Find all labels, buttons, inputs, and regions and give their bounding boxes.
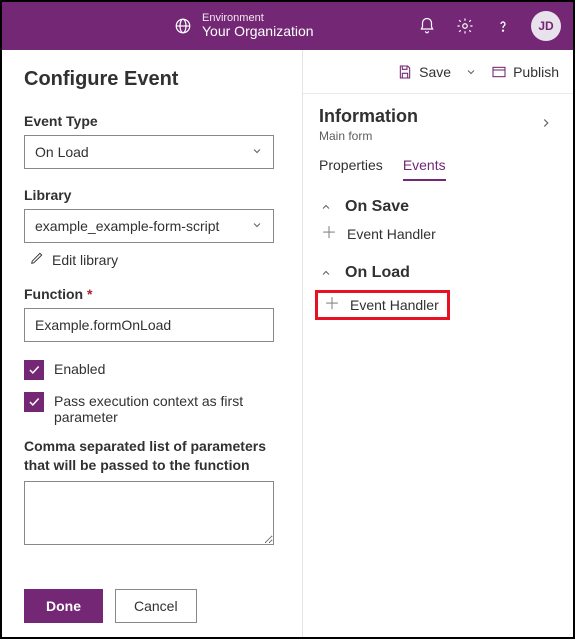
enabled-checkbox[interactable]: Enabled xyxy=(24,360,280,380)
plus-icon: ＋ xyxy=(321,226,337,242)
info-subtitle: Main form xyxy=(319,129,418,143)
tab-properties[interactable]: Properties xyxy=(319,157,383,181)
params-textarea[interactable] xyxy=(24,481,274,545)
done-button[interactable]: Done xyxy=(24,589,103,623)
pass-context-checkbox[interactable]: Pass execution context as first paramete… xyxy=(24,392,280,425)
section-on-save: On Save ＋ Event Handler xyxy=(303,182,573,248)
event-type-select[interactable]: On Load xyxy=(24,135,274,169)
chevron-up-icon xyxy=(319,201,333,213)
enabled-label: Enabled xyxy=(54,360,105,377)
top-bar: Environment Your Organization JD xyxy=(2,2,573,50)
chevron-up-icon xyxy=(319,267,333,279)
publish-label: Publish xyxy=(513,64,559,80)
environment-picker[interactable]: Environment Your Organization xyxy=(174,12,417,39)
section-on-load-header[interactable]: On Load xyxy=(319,264,557,282)
command-bar: Save Publish xyxy=(303,50,573,94)
function-input[interactable] xyxy=(24,308,274,342)
plus-icon: ＋ xyxy=(324,297,340,313)
chevron-right-icon[interactable] xyxy=(539,114,557,135)
save-label: Save xyxy=(419,64,451,80)
environment-label: Environment xyxy=(202,12,314,24)
environment-icon xyxy=(174,17,192,35)
info-header: Information Main form xyxy=(303,94,573,143)
tab-events[interactable]: Events xyxy=(403,157,446,181)
chevron-down-icon xyxy=(251,144,263,160)
section-on-save-header[interactable]: On Save xyxy=(319,198,557,216)
avatar[interactable]: JD xyxy=(531,11,561,41)
help-icon[interactable] xyxy=(493,16,513,36)
publish-button[interactable]: Publish xyxy=(491,64,559,80)
chevron-down-icon xyxy=(251,218,263,234)
panel-tabs: Properties Events xyxy=(303,143,573,182)
section-on-load: On Load ＋ Event Handler xyxy=(303,248,573,326)
save-icon xyxy=(397,64,413,80)
add-event-handler-onload[interactable]: ＋ Event Handler xyxy=(322,297,439,313)
checkbox-checked-icon xyxy=(24,392,44,412)
publish-icon xyxy=(491,64,507,80)
function-label: Function * xyxy=(24,286,280,302)
pencil-icon xyxy=(30,251,44,268)
library-label: Library xyxy=(24,187,280,203)
save-dropdown[interactable] xyxy=(465,66,477,78)
organization-name: Your Organization xyxy=(202,24,314,39)
params-label: Comma separated list of parameters that … xyxy=(24,437,280,475)
highlight-marker: ＋ Event Handler xyxy=(315,290,450,320)
library-value: example_example-form-script xyxy=(35,218,219,234)
info-title: Information xyxy=(319,106,418,127)
edit-library-label: Edit library xyxy=(52,252,118,268)
save-button[interactable]: Save xyxy=(397,64,451,80)
configure-event-panel: Configure Event Event Type On Load Libra… xyxy=(2,50,302,637)
section-on-load-title: On Load xyxy=(345,264,410,282)
checkbox-checked-icon xyxy=(24,360,44,380)
edit-library-link[interactable]: Edit library xyxy=(24,251,280,268)
event-handler-label: Event Handler xyxy=(347,226,436,242)
pass-context-label: Pass execution context as first paramete… xyxy=(54,392,280,425)
form-designer-panel: Save Publish Information Main form xyxy=(302,50,573,637)
section-on-save-title: On Save xyxy=(345,198,409,216)
library-select[interactable]: example_example-form-script xyxy=(24,209,274,243)
event-type-value: On Load xyxy=(35,144,89,160)
panel-title: Configure Event xyxy=(24,68,280,91)
event-type-label: Event Type xyxy=(24,113,280,129)
avatar-initials: JD xyxy=(538,19,553,33)
event-handler-label: Event Handler xyxy=(350,297,439,313)
cancel-button[interactable]: Cancel xyxy=(115,589,197,623)
gear-icon[interactable] xyxy=(455,16,475,36)
add-event-handler-onsave[interactable]: ＋ Event Handler xyxy=(319,216,557,242)
bell-icon[interactable] xyxy=(417,16,437,36)
